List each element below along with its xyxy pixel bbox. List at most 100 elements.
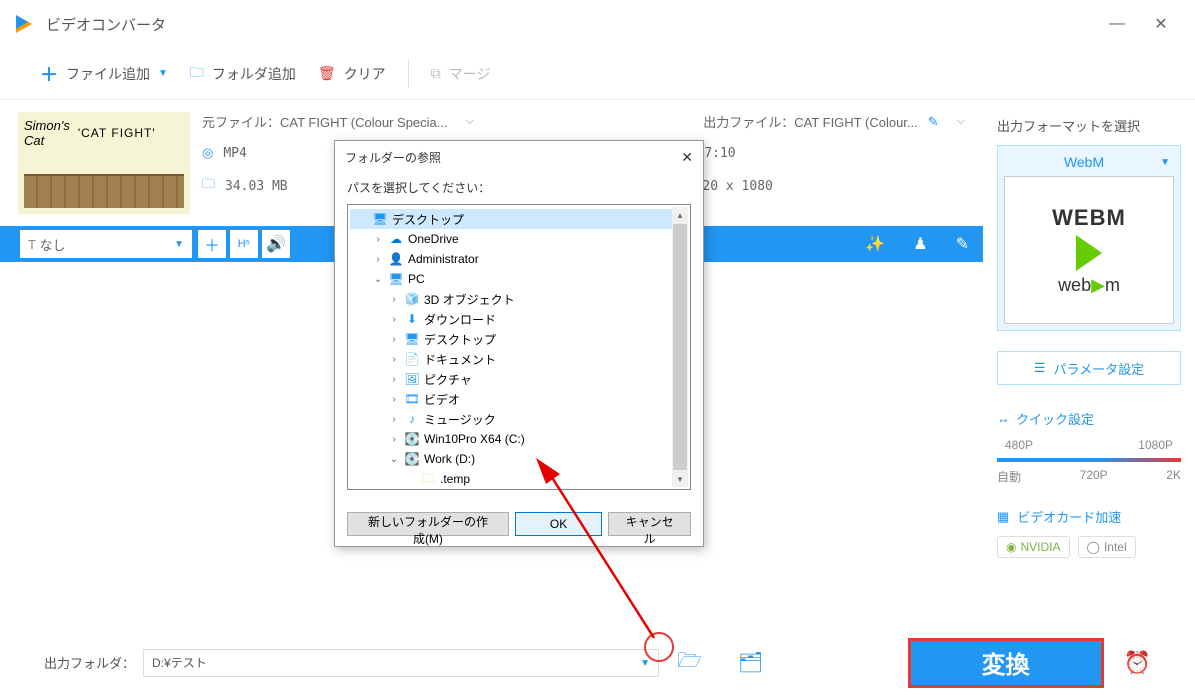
tree-cdrive[interactable]: ›💽Win10Pro X64 (C:): [350, 429, 688, 449]
format-name: WebM: [1064, 154, 1104, 170]
audio-button[interactable]: 🔊: [262, 230, 290, 258]
open-folder-icon[interactable]: 🗂: [738, 650, 763, 675]
thumb-title-2: Cat: [24, 133, 70, 148]
scroll-thumb[interactable]: [673, 224, 687, 470]
tree-3dobjects[interactable]: ›🧊3D オブジェクト: [350, 289, 688, 309]
quick-label: クイック設定: [1016, 409, 1094, 428]
folder-browse-dialog: フォルダーの参照 ✕ パスを選択してください： 🖥デスクトップ ›☁OneDri…: [334, 140, 704, 547]
gpu-label: ビデオカード加速: [1017, 507, 1121, 526]
dialog-title: フォルダーの参照: [345, 149, 441, 166]
res-1080p: 1080P: [1138, 438, 1173, 452]
plus-icon: ＋: [40, 61, 58, 87]
tree-pictures[interactable]: ›🖼ピクチャ: [350, 369, 688, 389]
webm-text-top: WEBM: [1052, 205, 1126, 231]
chevron-down-icon[interactable]: ⌵: [466, 115, 474, 128]
close-button[interactable]: ✕: [1139, 2, 1183, 46]
chevron-down-icon[interactable]: ▼: [640, 658, 650, 669]
text-icon: T: [28, 237, 36, 252]
nvidia-badge[interactable]: ◉NVIDIA: [997, 536, 1070, 558]
size-label: 34.03 MB: [225, 179, 288, 194]
chevron-down-icon[interactable]: ⌵: [957, 115, 965, 128]
webm-text-bot: web▶m: [1058, 275, 1120, 296]
convert-button[interactable]: 変換: [908, 638, 1104, 688]
size-icon: 🗀: [202, 175, 215, 197]
format-label: MP4: [223, 146, 246, 161]
plus-icon: ＋: [204, 232, 220, 256]
output-folder-label: 出力フォルダ：: [44, 653, 135, 672]
scroll-up-icon[interactable]: ▴: [672, 207, 688, 223]
tree-admin[interactable]: ›👤Administrator: [350, 249, 688, 269]
output-path-value: D:¥テスト: [152, 654, 207, 671]
chevron-down-icon: ▼: [174, 239, 184, 250]
param-label: パラメータ設定: [1054, 359, 1145, 378]
thumb-caption: 'CAT FIGHT': [78, 126, 156, 140]
tree-desktop[interactable]: 🖥デスクトップ: [350, 209, 688, 229]
tree-onedrive[interactable]: ›☁OneDrive: [350, 229, 688, 249]
tree-documents[interactable]: ›📄ドキュメント: [350, 349, 688, 369]
subtitle-select[interactable]: T なし ▼: [20, 230, 192, 258]
titlebar: ビデオコンバータ — ✕: [0, 0, 1195, 48]
tree-videos[interactable]: ›🎞ビデオ: [350, 389, 688, 409]
folder-tree[interactable]: 🖥デスクトップ ›☁OneDrive ›👤Administrator ⌄🖥PC …: [347, 204, 691, 490]
add-subtitle-button[interactable]: ＋: [198, 230, 226, 258]
chevron-down-icon[interactable]: ▼: [158, 68, 168, 79]
tree-temp[interactable]: 🗀.temp: [350, 469, 688, 489]
ok-button[interactable]: OK: [515, 512, 602, 536]
cancel-button[interactable]: キャンセル: [608, 512, 691, 536]
trash-icon: 🗑: [318, 65, 336, 82]
app-logo-icon: [12, 12, 36, 36]
toolbar: ＋ ファイル追加 ▼ 🗀 フォルダ追加 🗑 クリア ⧉ マージ: [0, 48, 1195, 100]
watermark-icon[interactable]: ♟: [913, 234, 927, 254]
schedule-icon[interactable]: ⏰: [1124, 650, 1151, 676]
chevron-down-icon: ▼: [1160, 157, 1170, 168]
clear-label: クリア: [344, 64, 386, 84]
scroll-down-icon[interactable]: ▾: [672, 471, 688, 487]
browse-folder-icon[interactable]: 🗁: [677, 646, 702, 680]
edit-icon[interactable]: ✎: [956, 234, 969, 254]
effects-icon[interactable]: ✨: [865, 234, 885, 254]
add-folder-button[interactable]: 🗀 フォルダ追加: [190, 62, 296, 86]
tree-scrollbar[interactable]: ▴ ▾: [672, 207, 688, 487]
quick-settings-head: ↔ クイック設定: [997, 409, 1181, 428]
video-thumbnail[interactable]: Simon's Cat 'CAT FIGHT': [18, 112, 190, 214]
tree-downloads[interactable]: ›⬇ダウンロード: [350, 309, 688, 329]
parameter-settings-button[interactable]: ☰ パラメータ設定: [997, 351, 1181, 385]
output-path-input[interactable]: D:¥テスト ▼: [143, 649, 659, 677]
format-preview: WEBM web▶m: [1004, 176, 1174, 324]
tree-desktop2[interactable]: ›🖥デスクトップ: [350, 329, 688, 349]
new-folder-button[interactable]: 新しいフォルダーの作成(M): [347, 512, 509, 536]
src-file-label: 元ファイル：CAT FIGHT (Colour Specia...: [202, 112, 448, 131]
format-selector[interactable]: WebM ▼ WEBM web▶m: [997, 145, 1181, 331]
hs-icon: H⁵: [238, 238, 251, 250]
gpu-accel-row: ▦ ビデオカード加速: [997, 507, 1181, 526]
dialog-close-icon[interactable]: ✕: [681, 149, 693, 166]
chip-icon: ▦: [997, 509, 1009, 525]
right-panel: 出力フォーマットを選択 WebM ▼ WEBM web▶m ☰ パラメータ設定 …: [983, 100, 1195, 630]
add-file-label: ファイル追加: [66, 64, 150, 84]
folder-plus-icon: 🗀: [190, 62, 204, 86]
minimize-button[interactable]: —: [1095, 2, 1139, 46]
out-file-label: 出力ファイル：CAT FIGHT (Colour...: [703, 112, 918, 131]
res-480p: 480P: [1005, 438, 1033, 452]
sliders-icon: ☰: [1034, 360, 1046, 376]
res-auto[interactable]: 自動: [997, 468, 1021, 485]
bottom-bar: 出力フォルダ： D:¥テスト ▼ 🗁 🗂 変換 ⏰: [0, 630, 1195, 695]
dialog-titlebar: フォルダーの参照 ✕: [335, 141, 703, 173]
resolution-slider[interactable]: [997, 458, 1181, 462]
merge-button[interactable]: ⧉ マージ: [431, 64, 491, 84]
divider: [408, 60, 409, 88]
intel-icon: ◯: [1087, 540, 1100, 554]
intel-badge[interactable]: ◯Intel: [1078, 536, 1136, 558]
subtitle-adjust-button[interactable]: H⁵: [230, 230, 258, 258]
tree-music[interactable]: ›♪ミュージック: [350, 409, 688, 429]
subtitle-value: なし: [40, 235, 66, 254]
clear-button[interactable]: 🗑 クリア: [318, 64, 386, 84]
play-icon: [1076, 235, 1102, 271]
edit-output-icon[interactable]: ✎: [928, 114, 939, 130]
add-file-button[interactable]: ＋ ファイル追加 ▼: [40, 61, 168, 87]
tree-ddrive[interactable]: ⌄💽Work (D:): [350, 449, 688, 469]
tree-pc[interactable]: ⌄🖥PC: [350, 269, 688, 289]
res-2k[interactable]: 2K: [1166, 468, 1181, 485]
res-720p[interactable]: 720P: [1080, 468, 1108, 485]
format-icon: ◎: [202, 145, 213, 161]
